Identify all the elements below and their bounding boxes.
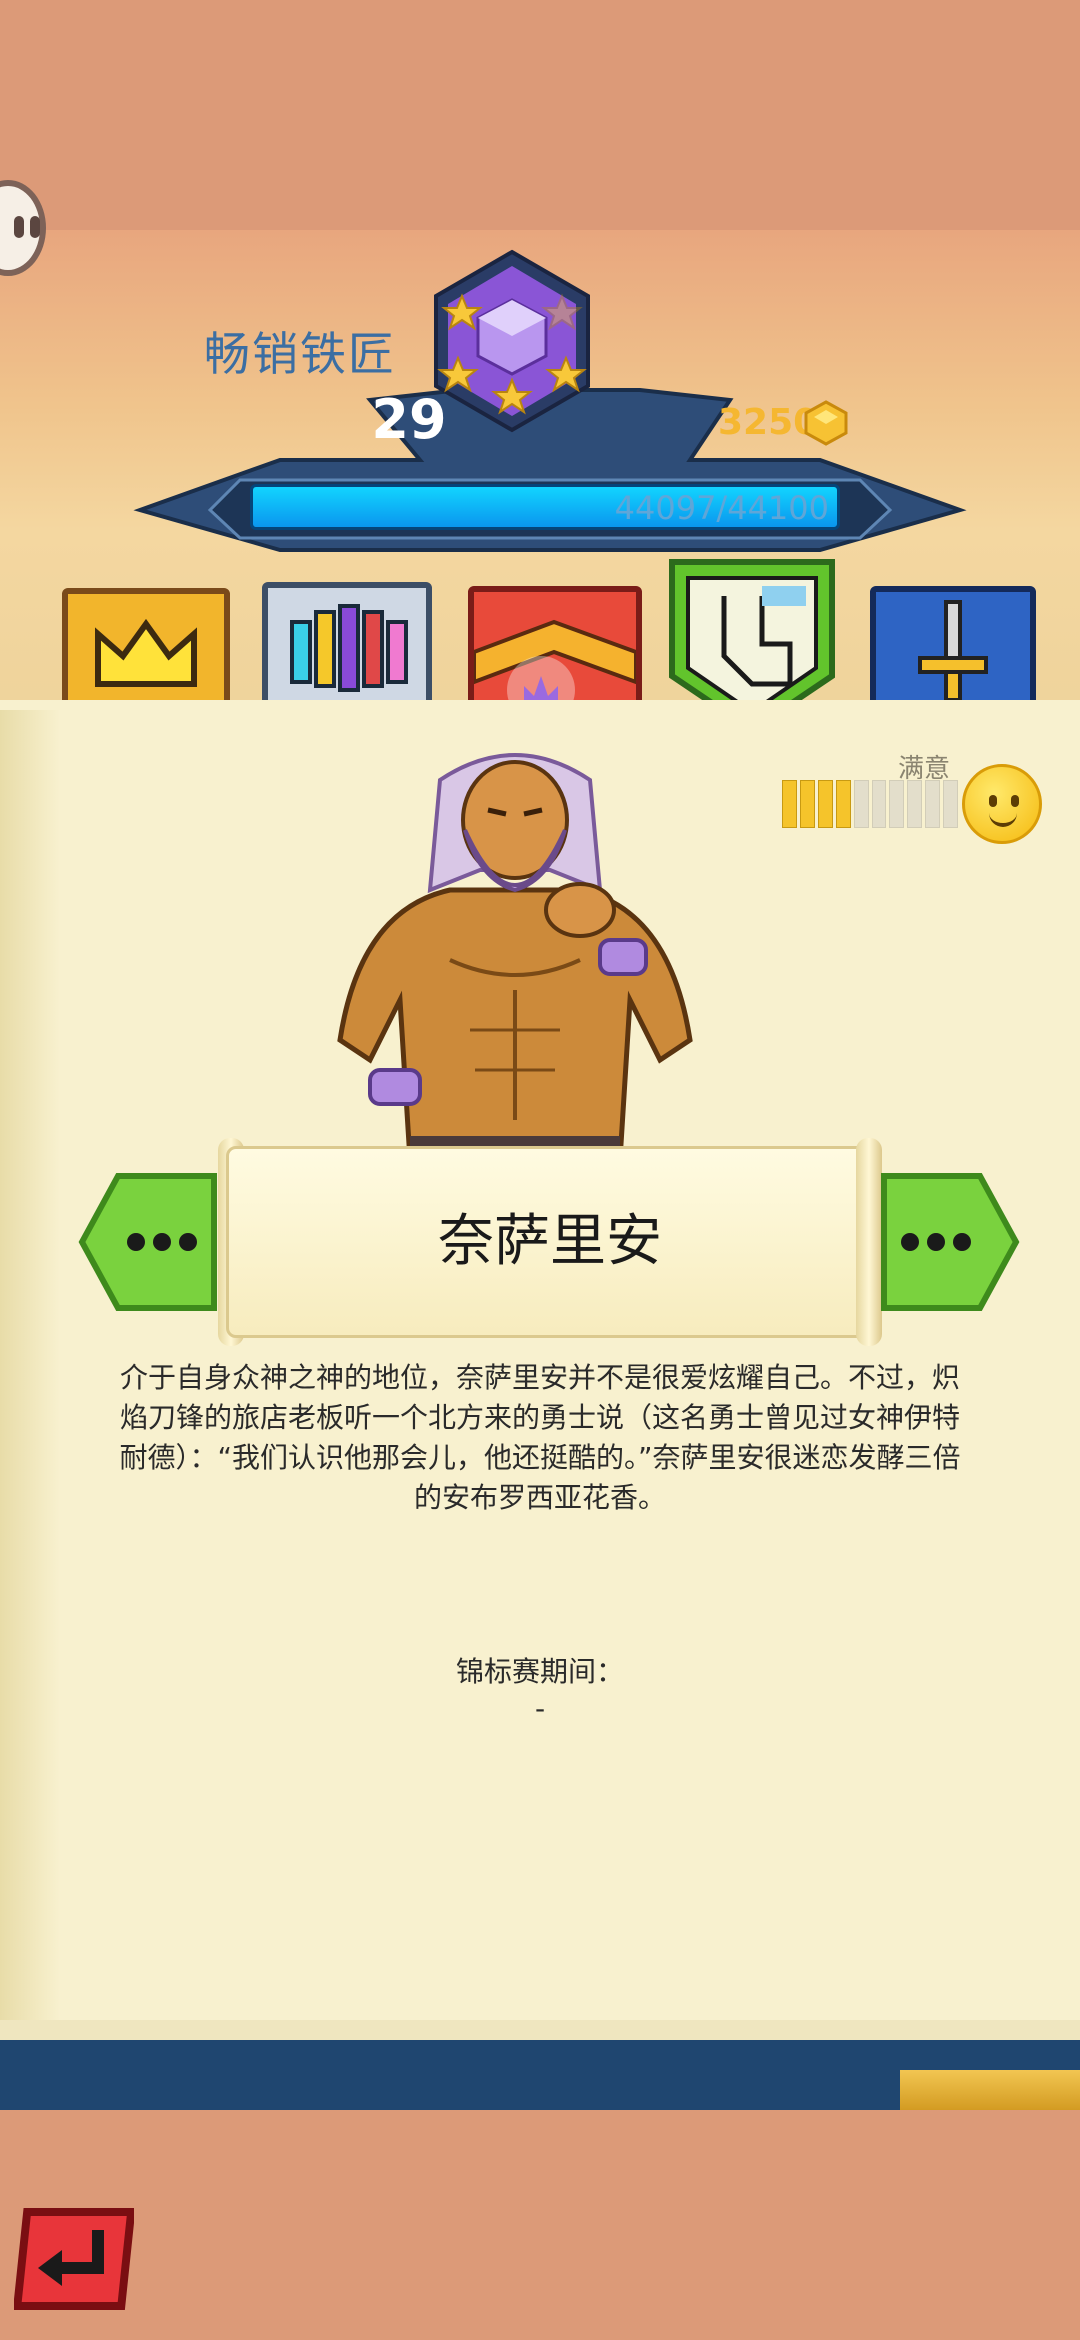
book-edge xyxy=(0,710,60,2080)
shop-title: 畅销铁匠 xyxy=(204,327,396,381)
return-arrow-icon[interactable] xyxy=(14,2204,134,2314)
ellipsis-right-arrow-icon[interactable] xyxy=(880,1172,1020,1312)
player-level: 29 xyxy=(371,388,447,451)
hero-name: 奈萨里安 xyxy=(438,1209,662,1274)
tournament-label: 锦标赛期间： xyxy=(455,1655,624,1688)
tab-sword[interactable] xyxy=(870,586,1036,718)
smiley-face-icon xyxy=(962,764,1042,844)
sword-icon xyxy=(918,600,988,702)
satisfaction-bar xyxy=(782,780,959,828)
crown-icon xyxy=(95,618,197,687)
tournament-value: - xyxy=(534,1692,546,1725)
hero-description: 介于自身众神之神的地位，奈萨里安并不是很爱炫耀自己。不过，炽焰刀锋的旅店老板听一… xyxy=(119,1361,961,1514)
tab-guild[interactable] xyxy=(262,582,432,716)
ellipsis-left-arrow-icon[interactable] xyxy=(78,1172,218,1312)
hero-character-portrait xyxy=(337,753,693,1160)
xp-text: 44097/44100 xyxy=(614,489,829,527)
guild-banners-icon xyxy=(290,604,408,692)
xp-progress-bar: 44097/44100 xyxy=(250,484,840,530)
book-gold-corner xyxy=(900,2070,1080,2110)
tab-crown[interactable] xyxy=(62,588,230,716)
gold-gem-icon xyxy=(804,400,848,446)
